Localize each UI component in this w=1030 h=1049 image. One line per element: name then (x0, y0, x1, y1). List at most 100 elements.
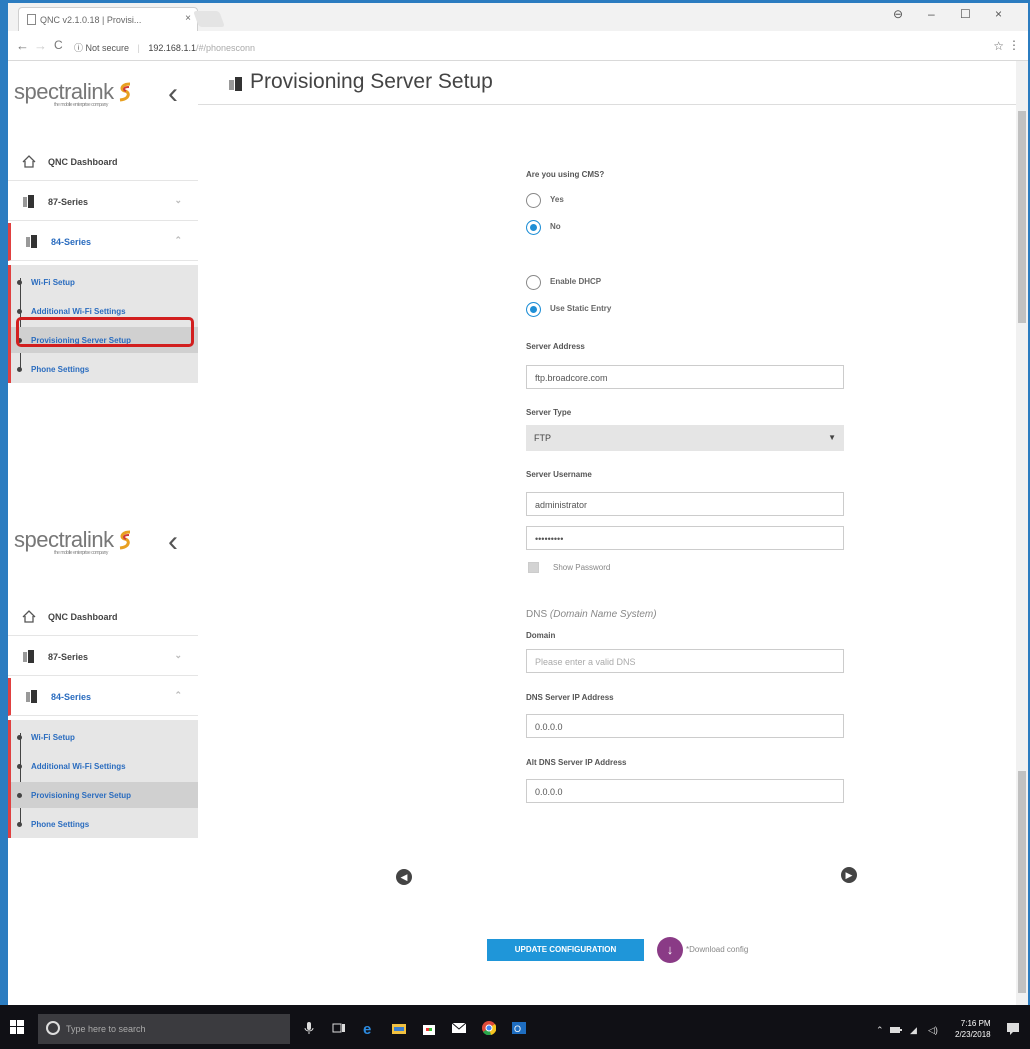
bookmark-star-icon[interactable]: ☆ (993, 39, 1004, 53)
cms-no-radio[interactable] (526, 220, 541, 235)
not-secure-label[interactable]: ⓘ Not secure (74, 43, 129, 53)
svg-text:O: O (514, 1024, 521, 1034)
dns-server-ip-input[interactable]: 0.0.0.0 (526, 714, 844, 738)
server-type-label: Server Type (526, 408, 572, 417)
cms-yes-radio[interactable] (526, 193, 541, 208)
browser-tab[interactable]: QNC v2.1.0.18 | Provisi... × (18, 7, 198, 31)
back-icon[interactable]: ← (16, 38, 29, 53)
volume-icon[interactable]: ◁) (928, 1025, 938, 1036)
phone-icon (26, 235, 37, 248)
sidebar-item-87-series[interactable]: 87-Series ⌄ (8, 638, 198, 676)
bullet-icon (17, 280, 22, 285)
bullet-icon (17, 367, 22, 372)
cortana-icon (46, 1021, 60, 1035)
mail-icon[interactable] (452, 1021, 466, 1035)
domain-input[interactable]: Please enter a valid DNS (526, 649, 844, 673)
network-icon[interactable]: ◢ (910, 1025, 917, 1036)
chrome-icon[interactable] (482, 1021, 496, 1035)
notifications-icon[interactable] (1006, 1021, 1020, 1035)
phone-icon (23, 195, 34, 208)
svg-text:e: e (363, 1021, 371, 1035)
sidebar-item-84-series[interactable]: 84-Series ⌃ (8, 223, 198, 261)
taskbar: Type here to search e O ⌃ ◢ ◁) 7:16 PM 2… (0, 1005, 1030, 1049)
sidebar-item-wifi-setup[interactable]: Wi-Fi Setup (11, 269, 198, 295)
forward-icon[interactable]: → (34, 38, 47, 53)
collapse-sidebar-icon[interactable]: ‹ (168, 525, 178, 559)
logo-mark-icon (119, 82, 130, 102)
page-header: Provisioning Server Setup (198, 61, 1028, 105)
tab-title: QNC v2.1.0.18 | Provisi... (40, 15, 142, 25)
taskbar-clock[interactable]: 7:16 PM 2/23/2018 (955, 1018, 991, 1040)
cms-question-label: Are you using CMS? (526, 170, 605, 179)
use-static-entry-radio[interactable] (526, 302, 541, 317)
sidebar-item-84-series[interactable]: 84-Series ⌃ (8, 678, 198, 716)
logo-tagline: the mobile enterprise company (54, 102, 108, 108)
enable-dhcp-radio[interactable] (526, 275, 541, 290)
battery-icon[interactable] (890, 1025, 902, 1035)
sidebar-item-phone-settings[interactable]: Phone Settings (11, 811, 198, 837)
download-config-link[interactable]: *Download config (686, 945, 748, 954)
scrollbar-thumb[interactable] (1018, 771, 1026, 993)
sidebar-item-label: Provisioning Server Setup (31, 791, 132, 800)
url-separator: | (137, 43, 140, 53)
spectralink-logo: spectralink the mobile enterprise compan… (14, 79, 133, 108)
spectralink-logo: spectralink the mobile enterprise compan… (14, 527, 133, 556)
edge-browser-icon[interactable]: e (362, 1021, 376, 1035)
cms-no-label: No (550, 222, 561, 231)
alt-dns-server-ip-input[interactable]: 0.0.0.0 (526, 779, 844, 803)
bullet-icon (17, 309, 22, 314)
show-password-label: Show Password (553, 563, 611, 572)
update-configuration-button[interactable]: UPDATE CONFIGURATION (487, 939, 644, 961)
taskbar-search-input[interactable]: Type here to search (38, 1014, 290, 1044)
outlook-icon[interactable]: O (512, 1021, 526, 1035)
new-tab-button[interactable] (193, 11, 225, 27)
tray-chevron-icon[interactable]: ⌃ (876, 1025, 884, 1036)
close-tab-icon[interactable]: × (185, 13, 191, 24)
server-type-select[interactable]: FTP ▼ (526, 425, 844, 451)
previous-page-button[interactable]: ◀ (396, 869, 412, 885)
server-username-input[interactable]: administrator (526, 492, 844, 516)
sidebar-item-label: Phone Settings (31, 365, 90, 374)
collapse-sidebar-icon[interactable]: ‹ (168, 77, 178, 111)
file-explorer-icon[interactable] (392, 1021, 406, 1035)
close-window-button[interactable]: × (995, 7, 1002, 21)
logo-mark-icon (119, 530, 130, 550)
logo-tagline: the mobile enterprise company (54, 550, 108, 556)
clock-time: 7:16 PM (960, 1019, 991, 1028)
cms-yes-label: Yes (550, 195, 564, 204)
server-password-input[interactable]: ••••••••• (526, 526, 844, 550)
sidebar-item-provisioning-server[interactable]: Provisioning Server Setup (11, 782, 198, 808)
microphone-icon[interactable] (302, 1021, 316, 1035)
phone-icon (26, 690, 37, 703)
server-address-input[interactable]: ftp.broadcore.com (526, 365, 844, 389)
store-icon[interactable] (422, 1021, 436, 1035)
browser-menu-icon[interactable]: ⋮ (1008, 38, 1020, 52)
vertical-scrollbar[interactable] (1016, 61, 1028, 1005)
sidebar-item-phone-settings[interactable]: Phone Settings (11, 356, 198, 382)
sidebar-item-dashboard[interactable]: QNC Dashboard (8, 598, 198, 636)
sidebar-item-wifi-setup[interactable]: Wi-Fi Setup (11, 724, 198, 750)
dns-heading-italic: (Domain Name System) (549, 609, 657, 620)
show-password-checkbox[interactable] (528, 562, 539, 573)
next-page-button[interactable]: ▶ (841, 867, 857, 883)
sidebar: spectralink the mobile enterprise compan… (8, 61, 198, 491)
reload-icon[interactable]: C (54, 38, 63, 52)
sidebar-item-label: Wi-Fi Setup (31, 278, 75, 287)
sidebar-item-87-series[interactable]: 87-Series ⌄ (8, 183, 198, 221)
download-icon[interactable]: ↓ (657, 937, 683, 963)
phone-icon (229, 77, 242, 91)
task-view-icon[interactable] (332, 1021, 346, 1035)
windows-start-icon[interactable] (10, 1020, 24, 1034)
logo-text: spectralink (14, 79, 114, 104)
sidebar-item-additional-wifi[interactable]: Additional Wi-Fi Settings (11, 753, 198, 779)
search-placeholder: Type here to search (66, 1024, 146, 1034)
maximize-button[interactable]: ☐ (960, 7, 971, 21)
sidebar-item-dashboard[interactable]: QNC Dashboard (8, 143, 198, 181)
url-field[interactable]: ⓘ Not secure | 192.168.1.1/#/phonesconn (74, 36, 974, 56)
alt-dns-server-ip-label: Alt DNS Server IP Address (526, 758, 627, 767)
scrollbar-thumb[interactable] (1018, 111, 1026, 323)
home-icon (22, 155, 36, 168)
minimize-button[interactable]: – (928, 7, 935, 21)
account-icon[interactable]: ⊖ (893, 7, 903, 21)
home-icon (22, 610, 36, 623)
